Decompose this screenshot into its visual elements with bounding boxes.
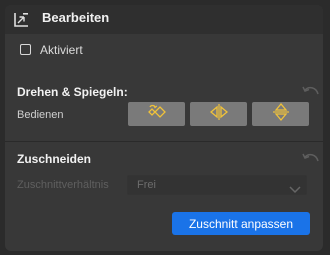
- undo-arrow-icon[interactable]: [302, 85, 320, 99]
- flip-vertical-icon: [272, 101, 290, 128]
- rotate-button[interactable]: [128, 102, 185, 126]
- flip-horizontal-icon: [208, 103, 230, 126]
- undo-arrow-icon[interactable]: [302, 152, 320, 166]
- rotate-flip-title: Drehen & Spiegeln:: [17, 85, 128, 99]
- crop-title: Zuschneiden: [17, 152, 92, 166]
- section-divider: [5, 141, 323, 142]
- flip-vertical-button[interactable]: [252, 102, 309, 126]
- apply-crop-button[interactable]: Zuschnitt anpassen: [172, 212, 310, 235]
- operate-label: Bedienen: [17, 109, 64, 121]
- crop-ratio-value: Frei: [137, 179, 156, 191]
- rotate-icon: [147, 104, 167, 125]
- collapse-corner-icon[interactable]: [14, 12, 29, 27]
- chevron-down-icon: [289, 181, 301, 194]
- enable-checkbox[interactable]: [20, 44, 31, 55]
- panel-title: Bearbeiten: [42, 10, 110, 25]
- edit-panel: Bearbeiten Aktiviert Drehen & Spiegeln: …: [5, 5, 323, 251]
- crop-ratio-select[interactable]: Frei: [127, 175, 307, 195]
- enable-label[interactable]: Aktiviert: [40, 43, 83, 57]
- crop-ratio-label: Zuschnittverhältnis: [17, 179, 109, 191]
- flip-horizontal-button[interactable]: [190, 102, 247, 126]
- panel-header: Bearbeiten: [5, 5, 323, 34]
